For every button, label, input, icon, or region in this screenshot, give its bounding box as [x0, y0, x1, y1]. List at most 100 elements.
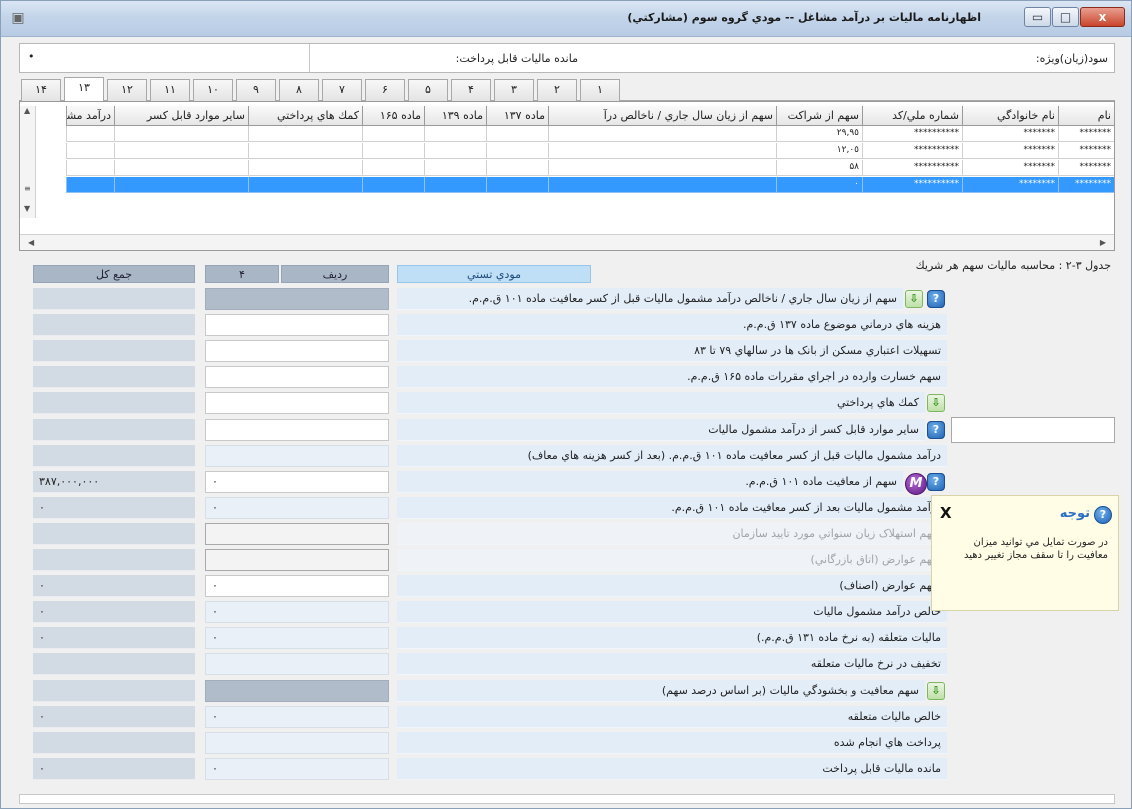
- maximize-button[interactable]: □: [1052, 7, 1079, 27]
- grid-cell[interactable]: [66, 143, 114, 159]
- scroll-up-icon[interactable]: ▲: [24, 106, 30, 115]
- row-value-input[interactable]: [205, 366, 389, 388]
- tab-2[interactable]: ٢: [537, 79, 577, 101]
- grid-cell[interactable]: *******: [962, 160, 1058, 176]
- row-value-input[interactable]: [205, 314, 389, 336]
- grid-cell[interactable]: [548, 143, 776, 159]
- grid-cell[interactable]: *******: [1058, 143, 1114, 159]
- tab-9[interactable]: ٩: [236, 79, 276, 101]
- grid-cell[interactable]: *******: [962, 126, 1058, 142]
- grid-cell[interactable]: [248, 143, 362, 159]
- expand-down-icon[interactable]: ⇩: [927, 682, 945, 700]
- expand-down-icon[interactable]: ⇩: [927, 394, 945, 412]
- tab-1[interactable]: ١: [580, 79, 620, 101]
- grid-cell[interactable]: [486, 143, 548, 159]
- exemption-icon[interactable]: M: [905, 473, 927, 495]
- grid-column-header[interactable]: سهم از شراكت: [776, 106, 862, 126]
- grid-cell[interactable]: [424, 126, 486, 142]
- scroll-right-icon[interactable]: ▶: [1100, 238, 1106, 247]
- grid-cell[interactable]: ١٢,٠٥: [776, 143, 862, 159]
- vertical-scrollbar[interactable]: ▲ ≡ ▼: [20, 106, 36, 218]
- grid-cell[interactable]: [114, 177, 248, 193]
- grid-cell[interactable]: ٠: [776, 177, 862, 193]
- tab-4[interactable]: ۴: [451, 79, 491, 101]
- tab-10[interactable]: ١٠: [193, 79, 233, 101]
- row-value-input[interactable]: [205, 340, 389, 362]
- scroll-down-icon[interactable]: ▼: [24, 204, 30, 213]
- grid-cell[interactable]: [424, 143, 486, 159]
- horizontal-scrollbar[interactable]: ◀ ▶: [20, 234, 1114, 250]
- expand-down-icon[interactable]: ⇩: [905, 290, 923, 308]
- grid-cell[interactable]: [486, 160, 548, 176]
- table-row[interactable]: ******** ******** ********** ٠: [66, 177, 1114, 193]
- grid-column-header[interactable]: ماده ١۶۵: [362, 106, 424, 126]
- grid-column-header[interactable]: ساير موارد قابل كسر: [114, 106, 248, 126]
- tab-7[interactable]: ٧: [322, 79, 362, 101]
- grid-cell[interactable]: [248, 177, 362, 193]
- grid-cell[interactable]: *******: [1058, 126, 1114, 142]
- grid-cell[interactable]: **********: [862, 160, 962, 176]
- grid-cell[interactable]: [66, 126, 114, 142]
- grid-cell[interactable]: [362, 126, 424, 142]
- table-row[interactable]: ******* ******* ********** ١٢,٠٥: [66, 143, 1114, 159]
- row-value-input[interactable]: ٠: [205, 471, 389, 493]
- grid-cell[interactable]: [362, 177, 424, 193]
- grid-cell[interactable]: [248, 160, 362, 176]
- grid-cell[interactable]: [362, 143, 424, 159]
- grid-cell[interactable]: ********: [962, 177, 1058, 193]
- side-input-field[interactable]: [951, 417, 1115, 443]
- row-value-input[interactable]: [205, 653, 389, 675]
- grid-column-header[interactable]: ماده ١٣٧: [486, 106, 548, 126]
- table-row[interactable]: ******* ******* ********** ٢٩,٩٥: [66, 126, 1114, 142]
- grid-cell[interactable]: [424, 177, 486, 193]
- grid-cell[interactable]: [66, 160, 114, 176]
- close-button[interactable]: x: [1080, 7, 1125, 27]
- tab-3[interactable]: ٣: [494, 79, 534, 101]
- grid-cell[interactable]: [548, 177, 776, 193]
- grid-cell[interactable]: ********: [1058, 177, 1114, 193]
- scroll-thumb-icon[interactable]: ≡: [24, 184, 31, 193]
- grid-cell[interactable]: [114, 143, 248, 159]
- grid-cell[interactable]: [362, 160, 424, 176]
- row-value-input[interactable]: [205, 445, 389, 467]
- grid-cell[interactable]: [248, 126, 362, 142]
- grid-cell[interactable]: [114, 160, 248, 176]
- tab-5[interactable]: ۵: [408, 79, 448, 101]
- grid-cell[interactable]: ۵٨: [776, 160, 862, 176]
- tab-11[interactable]: ١١: [150, 79, 190, 101]
- grid-cell[interactable]: *******: [962, 143, 1058, 159]
- row-value-input[interactable]: ٠: [205, 627, 389, 649]
- tab-12[interactable]: ١٢: [107, 79, 147, 101]
- scroll-left-icon[interactable]: ◀: [28, 238, 34, 247]
- grid-column-header[interactable]: نام خانوادگي: [962, 106, 1058, 126]
- grid-cell[interactable]: [548, 126, 776, 142]
- row-value-input[interactable]: ٠: [205, 575, 389, 597]
- grid-column-header[interactable]: شماره ملي/كد: [862, 106, 962, 126]
- tab-13[interactable]: ١٣: [64, 77, 104, 102]
- tab-14[interactable]: ١۴: [21, 79, 61, 101]
- row-value-input[interactable]: ٠: [205, 497, 389, 519]
- grid-cell[interactable]: **********: [862, 177, 962, 193]
- grid-column-header[interactable]: درآمد مشم: [66, 106, 114, 126]
- grid-column-header[interactable]: سهم از زيان سال جاري / ناخالص درآ: [548, 106, 776, 126]
- row-value-input[interactable]: [205, 392, 389, 414]
- grid-cell[interactable]: ٢٩,٩٥: [776, 126, 862, 142]
- grid-cell[interactable]: [548, 160, 776, 176]
- grid-cell[interactable]: **********: [862, 143, 962, 159]
- help-icon[interactable]: ?: [927, 473, 945, 491]
- row-value-input[interactable]: ٠: [205, 758, 389, 780]
- tab-6[interactable]: ۶: [365, 79, 405, 101]
- row-value-input[interactable]: ٠: [205, 706, 389, 728]
- row-value-input[interactable]: [205, 732, 389, 754]
- grid-cell[interactable]: [486, 177, 548, 193]
- grid-cell[interactable]: [66, 177, 114, 193]
- notice-close-button[interactable]: X: [940, 504, 952, 522]
- help-icon[interactable]: ?: [927, 421, 945, 439]
- grid-cell[interactable]: [114, 126, 248, 142]
- grid-cell[interactable]: [486, 126, 548, 142]
- row-value-input[interactable]: ٠: [205, 601, 389, 623]
- help-icon[interactable]: ?: [927, 290, 945, 308]
- row-value-input[interactable]: [205, 419, 389, 441]
- tab-8[interactable]: ٨: [279, 79, 319, 101]
- table-row[interactable]: ******* ******* ********** ۵٨: [66, 160, 1114, 176]
